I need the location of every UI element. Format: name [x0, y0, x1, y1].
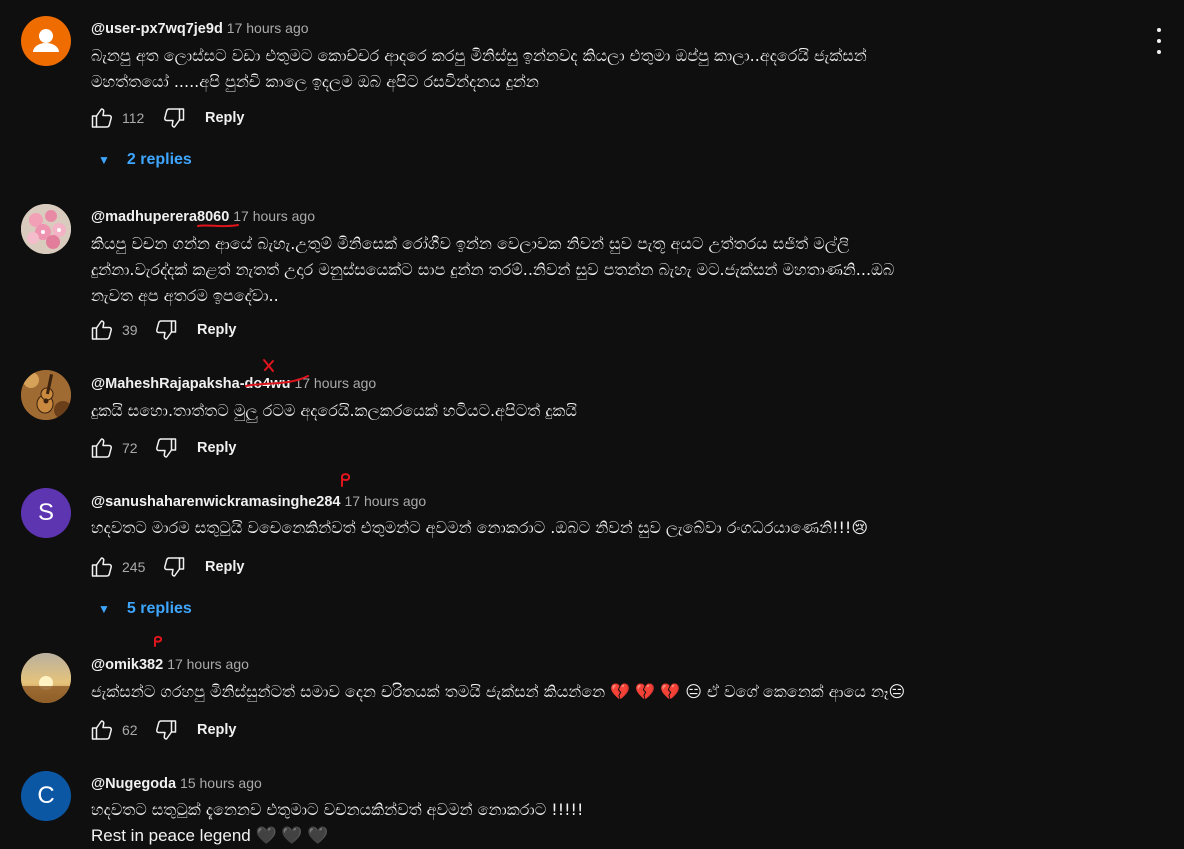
red-mark-annotation [341, 473, 351, 487]
guitar-avatar-image [21, 370, 71, 420]
reply-button[interactable]: Reply [205, 110, 245, 126]
like-button[interactable] [88, 316, 116, 344]
replies-count: 2 replies [126, 151, 192, 168]
comment-timestamp[interactable]: 15 hours ago [180, 775, 262, 791]
replies-count: 5 replies [126, 600, 192, 617]
caret-down-icon: ▼ [98, 602, 110, 616]
view-replies-button[interactable]: ▼ 5 replies [98, 600, 192, 618]
dislike-button[interactable] [152, 716, 180, 744]
comment-text-line: බැනපු අත ලොස්සට වඩා එතුමට කොච්චර ආදරෙ කර… [91, 46, 867, 65]
like-count: 39 [122, 322, 138, 338]
like-button[interactable] [88, 716, 116, 744]
comment-text: බැනපු අත ලොස්සට වඩා එතුමට කොච්චර ආදරෙ කර… [91, 43, 1121, 95]
red-cross-annotation [263, 359, 274, 372]
avatar[interactable] [21, 653, 71, 703]
comment-author[interactable]: @sanushaharenwickramasinghe284 [91, 494, 340, 510]
like-count: 62 [122, 722, 138, 738]
reply-button[interactable]: Reply [205, 559, 245, 575]
comment-text-line: ජැක්සන්ට ගරහපු මිනිස්සුන්ටත් සමාව දෙන චර… [91, 682, 906, 701]
comment-text-line: නැවත අප අතරම ඉපදේවා.. [91, 286, 279, 305]
avatar[interactable] [21, 370, 71, 420]
comment-text-line: දුන්නා.වැරද්දක් කළත් නැතත් උදාර මනුස්සයෙ… [91, 260, 895, 279]
like-count: 245 [122, 559, 146, 575]
dislike-button[interactable] [160, 104, 188, 132]
comment-author[interactable]: @omik382 [91, 657, 163, 673]
reply-button[interactable]: Reply [197, 440, 237, 456]
like-button[interactable] [88, 434, 116, 462]
comment-timestamp[interactable]: 17 hours ago [344, 493, 426, 509]
comment-text: කියපු වචන ගන්න ආයේ බැහැ.උතුම් මිනිසෙක් ර… [91, 231, 1121, 309]
comment-text-line: හදවතට සතුටුක් දැනෙනව එතුමාට වචනයකින්වත් … [91, 800, 584, 819]
like-count: 72 [122, 440, 138, 456]
avatar[interactable] [21, 204, 71, 254]
comment-author[interactable]: @user-px7wq7je9d [91, 21, 223, 37]
view-replies-button[interactable]: ▼ 2 replies [98, 151, 192, 169]
comment-text-line: දුකයි සහො.තාත්තට මුලු රටම අදරෙයි.කලකරයෙක… [91, 401, 577, 420]
comment-text-line: මහත්තයෝ .....අපි පුන්චි කාලෙ ඉදලම ඔබ අපි… [91, 72, 539, 91]
comment-text: ජැක්සන්ට ගරහපු මිනිස්සුන්ටත් සමාව දෙන චර… [91, 679, 1121, 705]
comment-timestamp[interactable]: 17 hours ago [227, 20, 309, 36]
thumbs-down-icon [155, 438, 177, 458]
avatar[interactable]: S [21, 488, 71, 538]
reply-button[interactable]: Reply [197, 322, 237, 338]
avatar-letter: S [37, 499, 54, 526]
comment-text-line: Rest in peace legend 🖤 🖤 🖤 [91, 826, 329, 845]
comment-text-line: කියපු වචන ගන්න ආයේ බැහැ.උතුම් මිනිසෙක් ර… [91, 234, 850, 253]
comment-author[interactable]: @MaheshRajapaksha-do4wu [91, 376, 290, 392]
thumbs-up-icon [91, 557, 113, 577]
like-button[interactable] [88, 104, 116, 132]
avatar-letter: C [37, 782, 55, 809]
avatar[interactable]: C [21, 771, 71, 821]
comment-timestamp[interactable]: 17 hours ago [233, 208, 315, 224]
dislike-button[interactable] [160, 553, 188, 581]
thumbs-down-icon [163, 557, 185, 577]
thumbs-up-icon [91, 720, 113, 740]
comment-timestamp[interactable]: 17 hours ago [294, 375, 376, 391]
comment-author[interactable]: @Nugegoda [91, 776, 176, 792]
sunset-avatar-image [21, 653, 71, 703]
thumbs-up-icon [91, 108, 113, 128]
flower-avatar-image [21, 204, 71, 254]
thumbs-up-icon [91, 320, 113, 340]
thumbs-down-icon [163, 108, 185, 128]
red-mark-annotation [154, 635, 163, 647]
caret-down-icon: ▼ [98, 153, 110, 167]
comment-text-line: හදවතට මාරම සතුටුයි වචෙනෙකින්වත් එතුමන්ට … [91, 518, 869, 537]
like-button[interactable] [88, 553, 116, 581]
default-user-icon [33, 29, 59, 52]
avatar[interactable] [21, 16, 71, 66]
comment-text: දුකයි සහො.තාත්තට මුලු රටම අදරෙයි.කලකරයෙක… [91, 398, 1121, 424]
thumbs-down-icon [155, 720, 177, 740]
comment-text: හදවතට සතුටුක් දැනෙනව එතුමාට වචනයකින්වත් … [91, 797, 1121, 849]
dislike-button[interactable] [152, 316, 180, 344]
like-count: 112 [122, 110, 145, 126]
comment-author[interactable]: @madhuperera8060 [91, 209, 229, 225]
comment-timestamp[interactable]: 17 hours ago [167, 656, 249, 672]
comment-text: හදවතට මාරම සතුටුයි වචෙනෙකින්වත් එතුමන්ට … [91, 515, 1121, 541]
thumbs-down-icon [155, 320, 177, 340]
thumbs-up-icon [91, 438, 113, 458]
dislike-button[interactable] [152, 434, 180, 462]
more-actions-icon[interactable] [1150, 28, 1168, 54]
reply-button[interactable]: Reply [197, 722, 237, 738]
